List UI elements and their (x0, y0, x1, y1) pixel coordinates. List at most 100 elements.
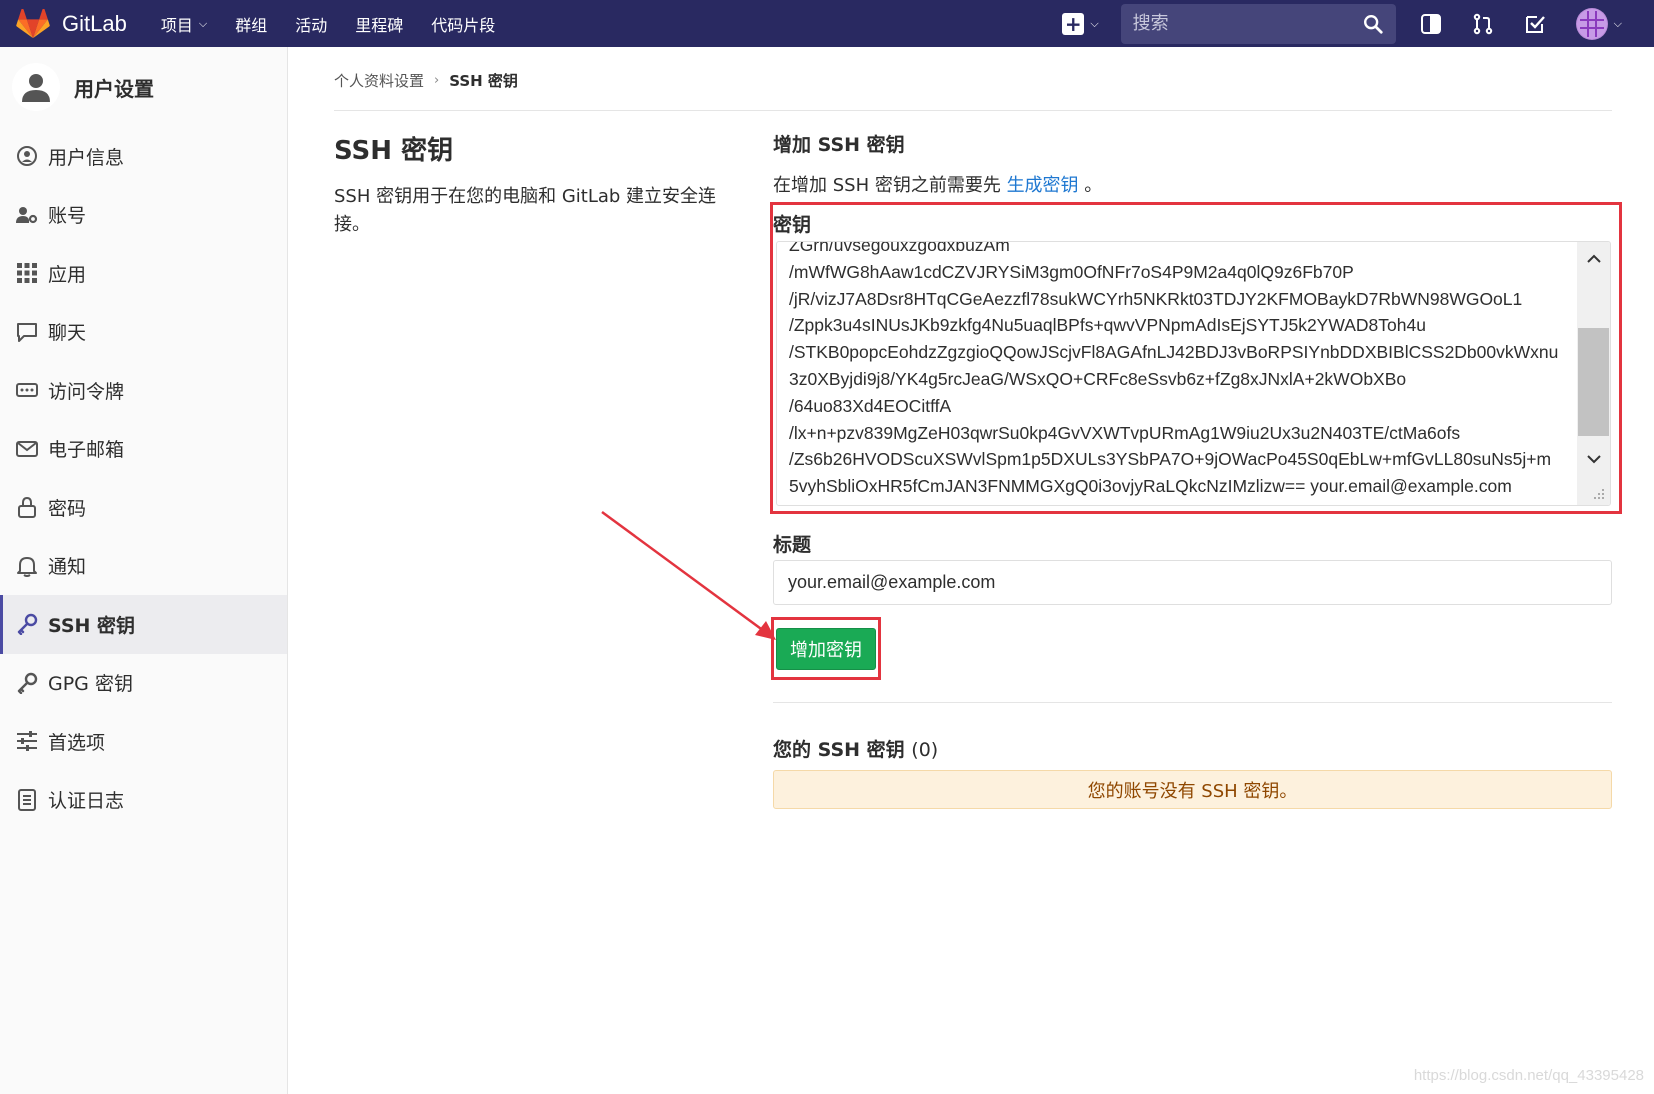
nav-link-projects[interactable]: 项目 ⌵ (161, 12, 207, 36)
key-line: ZGrn/uvsegouxzgodxbuzAm (789, 241, 1010, 255)
email-icon (16, 438, 38, 460)
nav-link-snippets[interactable]: 代码片段 (431, 12, 495, 36)
your-keys-heading: 您的 SSH 密钥 (0) (773, 735, 938, 762)
add-key-button[interactable]: 增加密钥 (776, 628, 876, 670)
key-line: /64uo83Xd4EOCitffA (789, 395, 952, 416)
add-key-heading: 增加 SSH 密钥 (773, 134, 905, 156)
scrollbar-thumb[interactable] (1578, 328, 1609, 436)
settings-sidebar: 用户设置 用户信息 账号 应用 聊天 访问令牌 电子邮箱 密码 通知 SSH 密… (0, 47, 288, 1094)
title-field[interactable] (773, 560, 1612, 605)
sidebar-item-applications[interactable]: 应用 (0, 244, 287, 303)
nav-link-milestones[interactable]: 里程碑 (355, 12, 403, 36)
divider (334, 110, 1612, 111)
search-box (1120, 3, 1396, 44)
chevron-down-icon: ⌵ (198, 16, 208, 30)
nav-link-label: 代码片段 (431, 15, 496, 35)
nav-link-label: 群组 (235, 15, 268, 35)
sidebar-item-label: 聊天 (48, 322, 87, 345)
sidebar-item-label: 用户信息 (48, 146, 125, 169)
add-key-hint: 在增加 SSH 密钥之前需要先 生成密钥 。 (773, 171, 1613, 197)
key-line: /lx+n+pzv839MgZeH03qwrSu0kp4GvVXWTvpURmA… (789, 422, 1461, 443)
key-line: 3z0XByjdi9j8/YK4g5rcJeaG/WSxQO+CRFc8eSsv… (789, 368, 1407, 389)
scroll-down-icon[interactable] (1577, 442, 1610, 476)
page-description: SSH 密钥用于在您的电脑和 GitLab 建立安全连接。 (334, 186, 717, 235)
log-icon (16, 788, 38, 811)
sidebar-toggle-icon[interactable] (1420, 13, 1442, 35)
gitlab-fox-icon (16, 8, 50, 38)
nav-link-label: 项目 (160, 15, 193, 35)
sidebar-item-label: 应用 (48, 263, 87, 286)
textarea-scrollbar[interactable] (1577, 242, 1610, 505)
brand-name: GitLab (62, 10, 127, 36)
breadcrumb-current[interactable]: SSH 密钥 (449, 70, 518, 91)
sidebar-item-auth-log[interactable]: 认证日志 (0, 771, 287, 830)
user-menu[interactable]: ⌵ (1575, 7, 1622, 40)
key-textarea[interactable]: ZGrn/uvsegouxzgodxbuzAm /mWfWG8hAaw1cdCZ… (776, 241, 1611, 506)
nav-links: 项目 ⌵ 群组 活动 里程碑 代码片段 (161, 12, 523, 36)
chevron-right-icon: › (434, 73, 440, 88)
your-keys-count: (0) (911, 739, 939, 761)
nav-right: + ⌵ ⌵ (1062, 0, 1654, 47)
sidebar-item-label: 通知 (48, 556, 87, 579)
scroll-up-icon[interactable] (1577, 242, 1610, 276)
breadcrumb: 个人资料设置 › SSH 密钥 (334, 70, 518, 91)
breadcrumb-parent[interactable]: 个人资料设置 (334, 70, 424, 91)
sidebar-item-label: 账号 (48, 205, 87, 228)
key-line: /Zs6b26HVODScuXSWvlSpm1p5DXULs3YSbPA7O+9… (789, 449, 1552, 470)
divider (773, 702, 1612, 703)
key-textarea-content[interactable]: ZGrn/uvsegouxzgodxbuzAm /mWfWG8hAaw1cdCZ… (789, 241, 1574, 500)
intro-section: SSH 密钥 SSH 密钥用于在您的电脑和 GitLab 建立安全连接。 (334, 130, 724, 239)
sidebar-item-label: 电子邮箱 (48, 439, 125, 462)
sidebar-item-ssh-keys[interactable]: SSH 密钥 (0, 595, 287, 654)
nav-link-activity[interactable]: 活动 (295, 12, 327, 36)
top-navbar: GitLab 项目 ⌵ 群组 活动 里程碑 代码片段 + ⌵ 搜索 ⌵ (0, 0, 1654, 47)
generate-key-link[interactable]: 生成密钥 (1007, 175, 1079, 196)
key-line: /Zppk3u4sINUsJKb9zkfg4Nu5uaqlBPfs+qwvVPN… (789, 315, 1426, 336)
empty-keys-alert: 您的账号没有 SSH 密钥。 (773, 770, 1612, 809)
applications-icon (16, 262, 38, 284)
plus-icon: + (1062, 12, 1085, 35)
todo-check-icon[interactable] (1524, 13, 1546, 35)
sidebar-item-label: 访问令牌 (48, 380, 125, 403)
key-icon (16, 613, 38, 636)
sidebar-item-label: 密码 (48, 497, 87, 520)
sidebar-item-password[interactable]: 密码 (0, 478, 287, 537)
search-input[interactable] (1120, 3, 1396, 44)
resize-grip-icon[interactable] (1592, 487, 1606, 501)
sidebar-item-preferences[interactable]: 首选项 (0, 712, 287, 771)
merge-request-icon[interactable] (1472, 13, 1494, 35)
nav-link-groups[interactable]: 群组 (235, 12, 267, 36)
sidebar-item-account[interactable]: 账号 (0, 186, 287, 245)
hint-prefix: 在增加 SSH 密钥之前需要先 (773, 175, 1007, 196)
key-label: 密钥 (773, 214, 812, 236)
sidebar-header: 用户设置 (0, 47, 287, 127)
nav-link-label: 活动 (295, 15, 328, 35)
chevron-down-icon: ⌵ (1090, 16, 1099, 30)
key-line: /jR/vizJ7A8Dsr8HTqCGeAezzfl78sukWCYrh5NK… (789, 288, 1523, 309)
avatar (1575, 7, 1608, 40)
sidebar-item-emails[interactable]: 电子邮箱 (0, 420, 287, 479)
key-icon (16, 672, 38, 694)
search-icon[interactable] (1362, 13, 1384, 35)
your-keys-title: 您的 SSH 密钥 (773, 739, 905, 761)
sidebar-item-chat[interactable]: 聊天 (0, 303, 287, 362)
sidebar-item-notifications[interactable]: 通知 (0, 537, 287, 596)
sidebar-item-label: 首选项 (48, 731, 106, 754)
watermark: https://blog.csdn.net/qq_43395428 (1413, 1067, 1644, 1084)
key-line: 5vyhSbliOxHR5fCmJAN3FNMMGXgQ0i3ovjyRaLQk… (789, 476, 1512, 497)
new-item-dropdown[interactable]: + ⌵ (1062, 12, 1099, 35)
sidebar-item-access-tokens[interactable]: 访问令牌 (0, 361, 287, 420)
profile-icon (16, 145, 38, 167)
lock-icon (16, 496, 38, 519)
sidebar-item-label: SSH 密钥 (48, 614, 136, 637)
gitlab-logo[interactable]: GitLab (16, 0, 127, 47)
sidebar-item-profile[interactable]: 用户信息 (0, 127, 287, 186)
user-avatar-icon (12, 63, 60, 111)
key-line: /STKB0popcEohdzZgzgioQQowJScjvFl8AGAfnLJ… (789, 342, 1559, 363)
account-icon (16, 204, 38, 226)
chat-icon (16, 321, 38, 343)
token-icon (16, 379, 38, 401)
bell-icon (16, 555, 38, 577)
sidebar-title: 用户设置 (74, 76, 154, 101)
sidebar-item-gpg-keys[interactable]: GPG 密钥 (0, 654, 287, 713)
